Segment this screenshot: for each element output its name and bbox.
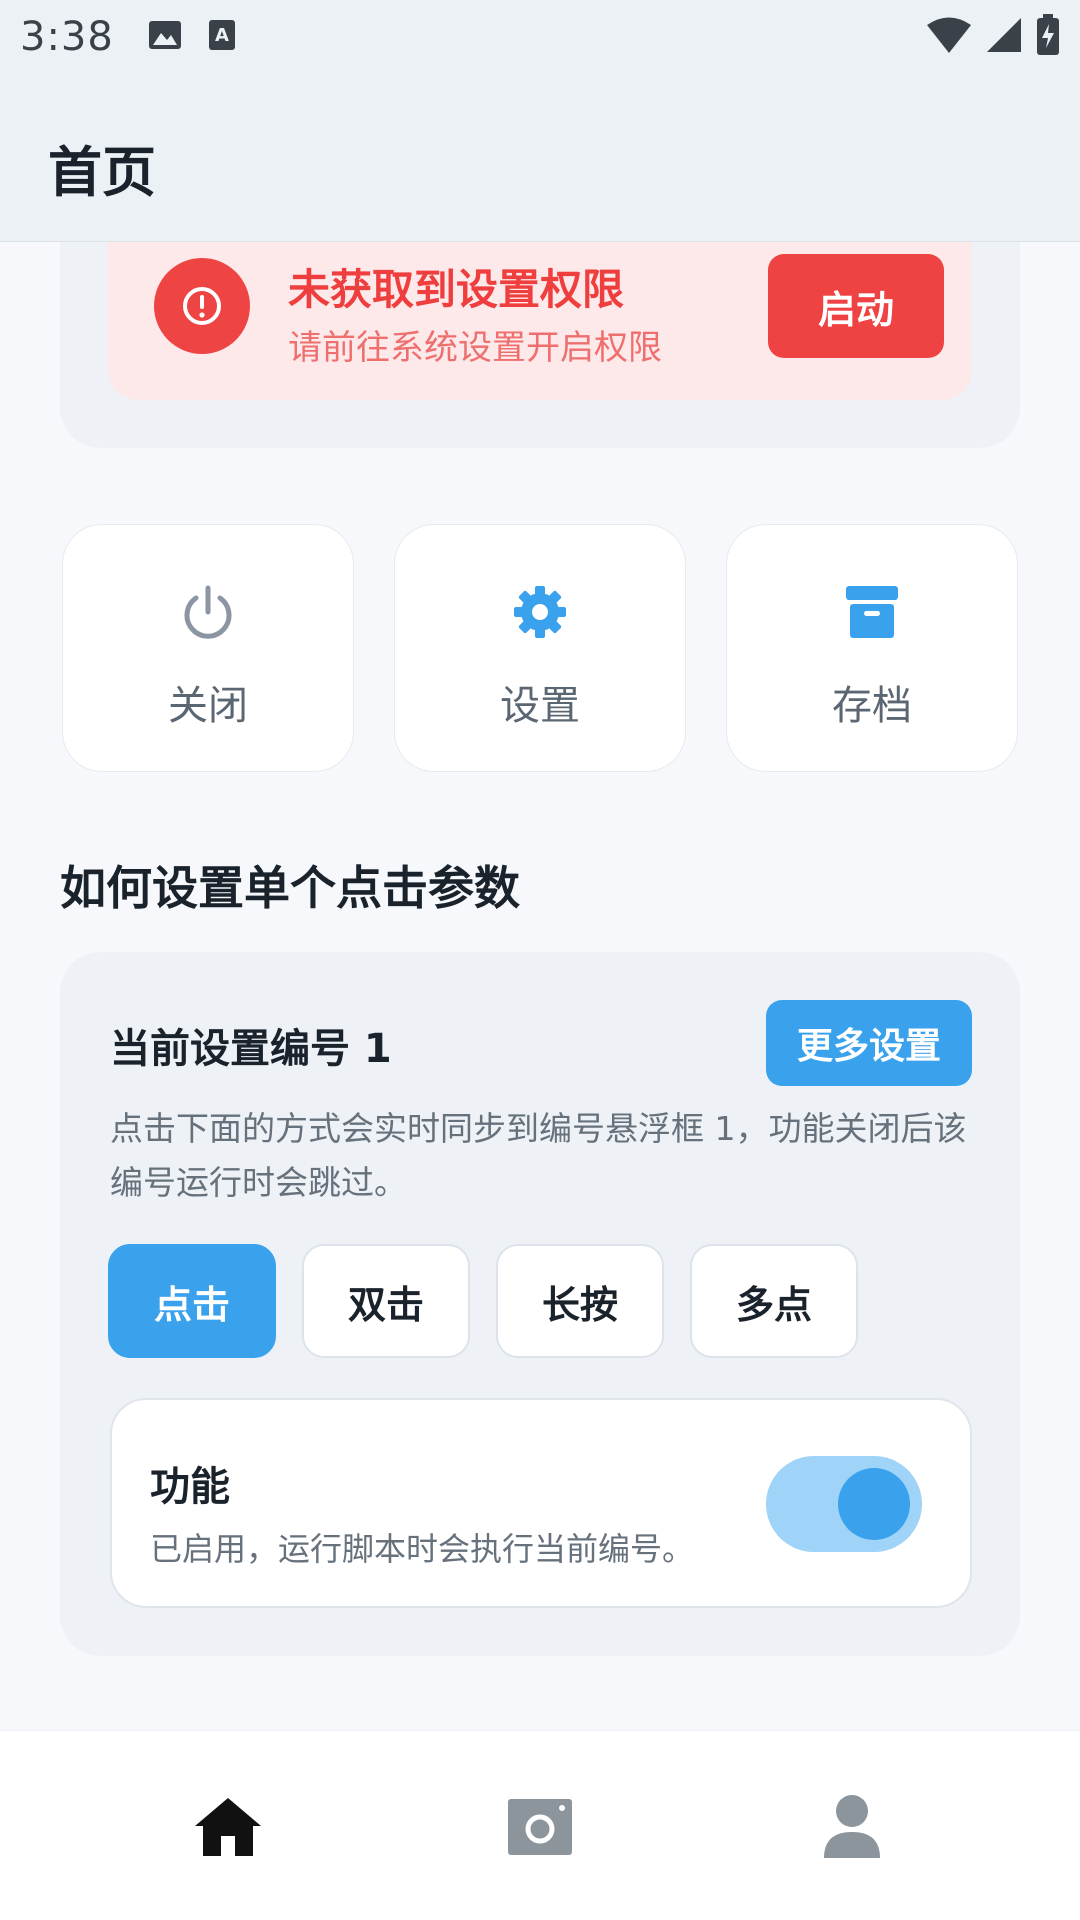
feature-title: 功能: [150, 1464, 230, 1510]
image-icon: [148, 20, 182, 54]
mode-tap-button[interactable]: 点击: [108, 1244, 276, 1358]
wifi-icon: [926, 16, 972, 58]
text-a-icon: A: [208, 19, 236, 55]
action-card-archive[interactable]: 存档: [726, 524, 1018, 772]
section-title: 如何设置单个点击参数: [60, 861, 520, 915]
mode-long-press-button[interactable]: 长按: [496, 1244, 664, 1358]
action-label: 存档: [832, 683, 912, 729]
settings-description: 点击下面的方式会实时同步到编号悬浮框 1，功能关闭后该编号运行时会跳过。: [110, 1109, 967, 1202]
permission-title: 未获取到设置权限: [288, 265, 625, 314]
toggle-knob: [838, 1468, 910, 1540]
nav-item-home[interactable]: [183, 1787, 273, 1867]
power-icon: [181, 581, 235, 643]
gear-icon: [510, 581, 570, 643]
feature-description: 已启用，运行脚本时会执行当前编号。: [150, 1530, 695, 1568]
mode-double-tap-button[interactable]: 双击: [302, 1244, 470, 1358]
start-button[interactable]: 启动: [768, 254, 944, 358]
mode-selector: 点击 双击 长按 多点: [108, 1244, 858, 1358]
action-label: 关闭: [168, 683, 248, 729]
alert-circle-icon: [154, 258, 250, 354]
battery-charging-icon: [1036, 14, 1060, 60]
svg-text:A: A: [215, 25, 229, 46]
bottom-nav: [0, 1730, 1080, 1920]
permission-subtitle: 请前往系统设置开启权限: [288, 328, 662, 368]
home-icon: [195, 1798, 261, 1856]
mode-multi-point-button[interactable]: 多点: [690, 1244, 858, 1358]
status-bar: 3:38 A: [0, 0, 1080, 74]
cell-signal-icon: [986, 17, 1022, 57]
user-icon: [824, 1795, 880, 1858]
action-card-close[interactable]: 关闭: [62, 524, 354, 772]
status-notification-icons: A: [148, 19, 236, 55]
feature-card: 功能 已启用，运行脚本时会执行当前编号。: [110, 1398, 972, 1608]
status-time: 3:38: [20, 14, 114, 60]
app-bar: 首页: [0, 74, 1080, 242]
action-card-settings[interactable]: 设置: [394, 524, 686, 772]
screen: 3:38 A 首页 未获取到设置权限 请前往系统设置开启权限 启动 关闭 设置 …: [0, 0, 1080, 1920]
status-system-icons: [926, 14, 1060, 60]
page-title: 首页: [48, 141, 156, 204]
nav-item-camera[interactable]: [495, 1787, 585, 1867]
camera-icon: [508, 1799, 572, 1855]
settings-title: 当前设置编号 1: [110, 1026, 392, 1072]
more-settings-button[interactable]: 更多设置: [766, 1000, 972, 1086]
settings-panel: 当前设置编号 1 更多设置 点击下面的方式会实时同步到编号悬浮框 1，功能关闭后…: [60, 952, 1020, 1656]
action-label: 设置: [500, 683, 580, 729]
permission-alert: 未获取到设置权限 请前往系统设置开启权限 启动: [108, 242, 972, 400]
feature-toggle[interactable]: [766, 1456, 922, 1552]
permission-card: 未获取到设置权限 请前往系统设置开启权限 启动: [60, 242, 1020, 448]
nav-item-profile[interactable]: [807, 1787, 897, 1867]
archive-icon: [844, 581, 900, 643]
